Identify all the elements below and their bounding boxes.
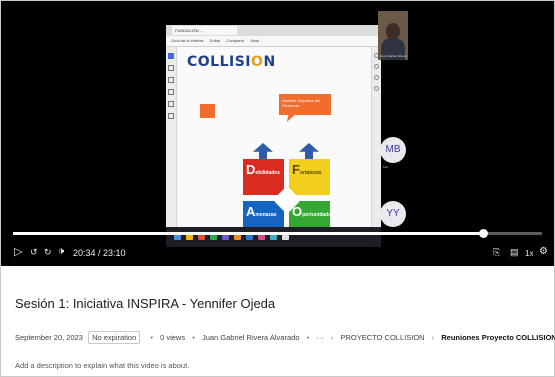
browser-tab-bar: FUNDACIÓN ...	[166, 25, 381, 36]
menu-item: Vista	[250, 38, 259, 43]
menu-item: Editar	[209, 38, 221, 43]
progress-played	[13, 232, 483, 235]
progress-scrubber[interactable]	[478, 229, 488, 238]
participant-avatar-mb: MB	[380, 137, 406, 163]
swot-debilidades: Debilidades	[243, 159, 284, 195]
shape-tool-icon	[168, 89, 174, 95]
participant-label: Mar...	[383, 165, 391, 169]
participant-camera: Juan Gabriel Rivera	[378, 11, 408, 60]
arrow-up-icon	[299, 143, 319, 159]
select-tool-icon	[168, 53, 174, 59]
pencil-tool-icon	[168, 77, 174, 83]
participant-avatar-yy: YY	[380, 201, 406, 227]
bullet-separator: •	[150, 333, 153, 342]
browser-tab: FUNDACIÓN ...	[172, 26, 237, 35]
settings-gear-icon[interactable]: ⚙	[539, 246, 548, 258]
description-input[interactable]: Add a description to explain what this v…	[15, 361, 189, 370]
breadcrumb-folder[interactable]: PROYECTO COLLISION	[341, 333, 425, 342]
rewind-10-icon[interactable]: ↺	[30, 246, 38, 258]
eraser-tool-icon	[168, 113, 174, 119]
captions-icon[interactable]: ⎘	[493, 246, 500, 258]
drawing-toolbar	[166, 47, 177, 227]
player-controls: ▷ ↺ ↻ 🕩 20:34 / 23:10 ⎘ ▤ 1x ⚙	[1, 242, 554, 266]
callout-bubble: Nombre Empresa del Elemento	[279, 94, 331, 122]
orange-note	[200, 104, 215, 118]
chevron-right-icon: ›	[330, 333, 334, 342]
menu-item: Compartir	[226, 38, 244, 43]
breadcrumb-current[interactable]: Reuniones Proyecto COLLISION	[441, 333, 555, 342]
progress-bar[interactable]	[13, 229, 542, 238]
transcript-icon[interactable]: ▤	[510, 246, 519, 258]
collision-logo: COLLISION	[187, 54, 276, 70]
video-player[interactable]: FUNDACIÓN ... Guía de la interfaz Editar…	[1, 1, 554, 266]
time-display: 20:34 / 23:10	[73, 248, 126, 258]
video-title: Sesión 1: Iniciativa INSPIRA - Yennifer …	[15, 296, 276, 311]
arrow-up-icon	[253, 143, 273, 159]
video-views: 0 views	[160, 333, 186, 342]
more-options-button[interactable]: ···	[316, 333, 324, 342]
swot-fortalezas: Fortalezas	[289, 159, 330, 195]
playback-speed-button[interactable]: 1x	[525, 248, 533, 260]
forward-10-icon[interactable]: ↻	[44, 246, 52, 258]
menu-item: Guía de la interfaz	[171, 38, 204, 43]
pen-tool-icon	[168, 65, 174, 71]
layers-icon	[374, 64, 379, 69]
volume-icon[interactable]: 🕩	[58, 246, 64, 258]
text-tool-icon	[168, 101, 174, 107]
bullet-separator: •	[306, 333, 310, 342]
chevron-right-icon: ›	[431, 333, 435, 342]
side-toolbar	[371, 47, 381, 227]
bullet-separator: •	[192, 333, 195, 342]
video-date: September 20, 2023	[15, 333, 83, 342]
video-author[interactable]: Juan Gabriel Rivera Alvarado	[202, 333, 300, 342]
app-menu-bar: Guía de la interfaz Editar Compartir Vis…	[166, 36, 381, 47]
camera-name: Juan Gabriel Rivera	[380, 54, 407, 58]
expiration-badge[interactable]: No expiration	[88, 331, 141, 344]
play-icon[interactable]: ▷	[14, 246, 22, 258]
whiteboard-canvas: COLLISION Nombre Empresa del Elemento De…	[177, 47, 371, 237]
share-icon	[374, 86, 379, 91]
settings-icon	[374, 75, 379, 80]
video-metadata: September 20, 2023 No expiration • 0 vie…	[15, 331, 555, 344]
shared-screen-content: FUNDACIÓN ... Guía de la interfaz Editar…	[166, 25, 381, 247]
